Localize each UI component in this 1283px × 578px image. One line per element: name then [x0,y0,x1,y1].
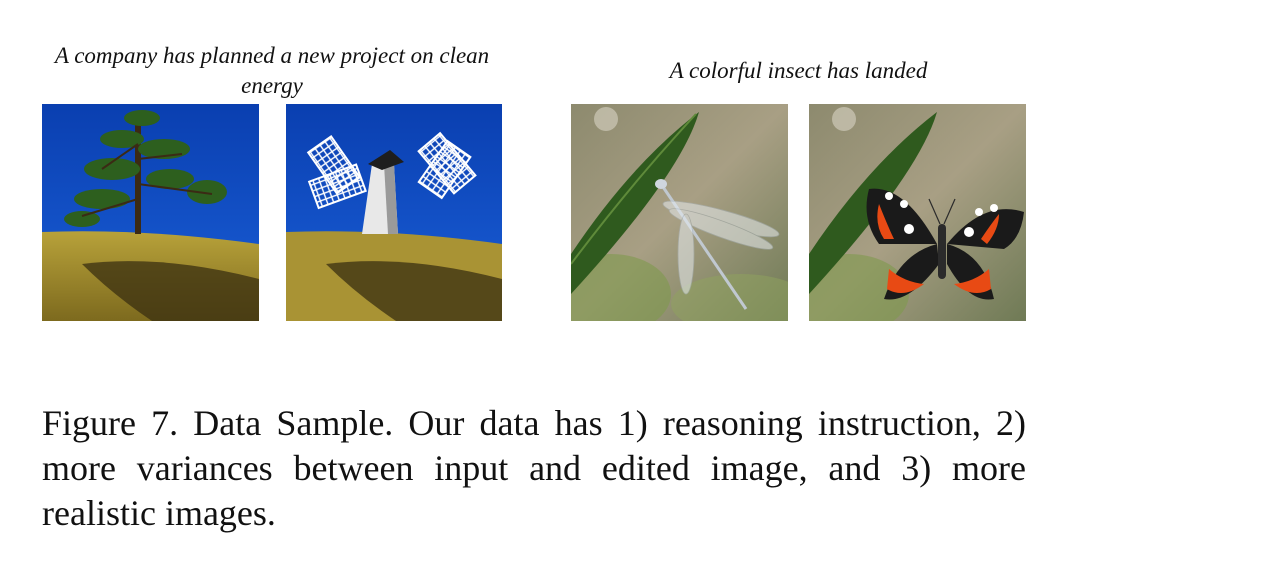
input-image-tree [42,104,259,321]
figure-caption: Figure 7. Data Sample. Our data has 1) r… [42,403,1026,533]
edited-image-butterfly [809,104,1026,321]
instruction-right: A colorful insect has landed [669,58,928,83]
instruction-left: A company has planned a new project on c… [54,43,490,98]
edited-image-windmill [286,104,502,321]
input-image-damselfly [571,104,788,321]
